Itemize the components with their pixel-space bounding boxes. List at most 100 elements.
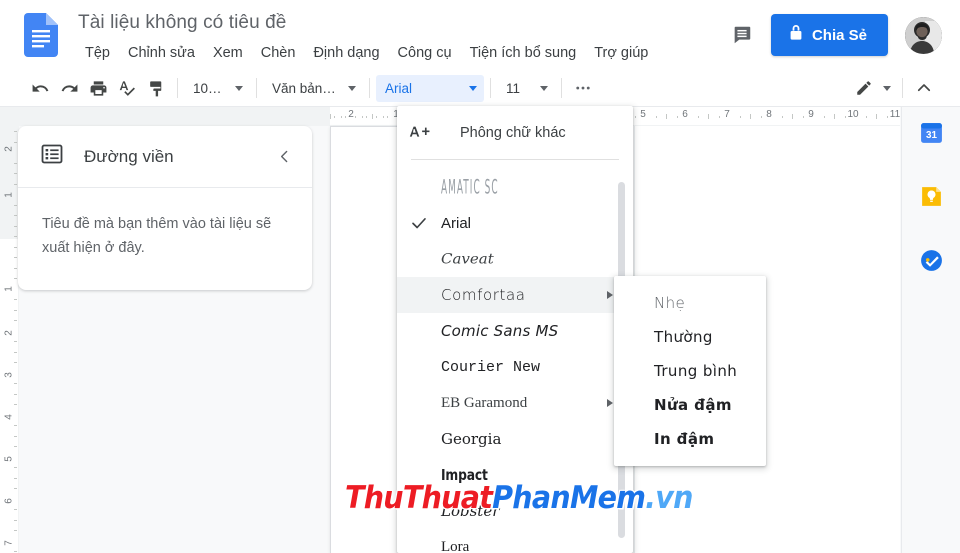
paragraph-style-selector[interactable]: Văn bản th...: [263, 75, 363, 102]
font-option-label: Lora: [441, 538, 470, 553]
ruler-tick: [14, 341, 17, 342]
ruler-tick: [802, 116, 804, 118]
font-option-arial[interactable]: Arial: [397, 205, 633, 241]
ruler-tick: [14, 225, 17, 227]
ruler-tick: [865, 116, 867, 118]
menu-item-format[interactable]: Định dạng: [304, 43, 388, 63]
ruler-tick: [14, 351, 17, 353]
ruler-tick: [676, 116, 678, 118]
collapse-toolbar-button[interactable]: [909, 74, 938, 103]
ruler-tick: [14, 551, 17, 552]
ruler-tick: [14, 467, 17, 468]
ruler-tick: [330, 114, 331, 119]
font-weight-option-3[interactable]: Nửa đậm: [614, 388, 766, 422]
edit-mode-pencil-icon[interactable]: [849, 74, 878, 103]
vertical-ruler[interactable]: 2 1 1 2 3 4 5 6 7: [0, 107, 19, 553]
undo-icon[interactable]: [26, 74, 55, 103]
outline-list-icon: [40, 142, 64, 171]
menu-item-insert[interactable]: Chèn: [252, 43, 305, 63]
menu-item-add-ons[interactable]: Tiện ích bổ sung: [461, 43, 586, 63]
menu-item-file[interactable]: Tệp: [76, 43, 119, 63]
ruler-tick: [14, 425, 17, 426]
share-button[interactable]: Chia Sẻ: [770, 14, 888, 56]
outline-panel-title: Đường viền: [84, 146, 174, 166]
edit-mode-dropdown[interactable]: [878, 74, 896, 103]
ruler-tick: [14, 446, 17, 447]
ruler-tick: [14, 299, 17, 300]
submenu-arrow-icon: [607, 399, 613, 407]
font-family-value: Arial: [385, 80, 413, 96]
document-title[interactable]: Tài liệu không có tiêu đề: [78, 12, 286, 34]
more-options-button[interactable]: [568, 74, 597, 103]
share-button-label: Chia Sẻ: [811, 26, 867, 44]
font-weight-option-1[interactable]: Thường: [614, 320, 766, 354]
spellcheck-icon[interactable]: [113, 74, 142, 103]
ruler-number: 1: [3, 286, 15, 292]
paragraph-style-value: Văn bản th...: [272, 80, 338, 96]
font-option-comfortaa[interactable]: Comfortaa: [397, 277, 633, 313]
font-weight-option-0[interactable]: Nhẹ: [614, 286, 766, 320]
font-option-amatic-sc[interactable]: AMATIC SC: [397, 169, 633, 205]
font-option-caveat[interactable]: Caveat: [397, 241, 633, 277]
ruler-tick: [14, 320, 17, 321]
more-fonts-label: Phông chữ khác: [460, 124, 566, 141]
font-list: AMATIC SC Arial Caveat Comfortaa Comic Sans …: [397, 160, 633, 553]
user-avatar[interactable]: [905, 16, 942, 54]
menu-item-help[interactable]: Trợ giúp: [585, 43, 657, 63]
font-option-courier-new[interactable]: Courier New: [397, 349, 633, 385]
submenu-arrow-icon: [607, 291, 613, 299]
font-option-lora[interactable]: Lora: [397, 529, 633, 553]
ruler-tick: [14, 162, 17, 164]
font-option-label: Lobster: [441, 502, 500, 520]
ruler-tick: [834, 114, 835, 119]
chevron-down-icon: [235, 85, 243, 91]
chevron-down-icon: [540, 85, 548, 91]
print-icon[interactable]: [84, 74, 113, 103]
ruler-tick: [14, 141, 17, 143]
font-family-dropdown: Phông chữ khác AMATIC SC Arial Caveat Comfo…: [397, 106, 633, 553]
menu-item-tools[interactable]: Công cụ: [389, 43, 461, 63]
chevron-left-icon[interactable]: [270, 143, 298, 171]
ruler-tick: [14, 267, 17, 269]
check-icon: [410, 214, 428, 232]
redo-icon[interactable]: [55, 74, 84, 103]
font-option-comic-sans-ms[interactable]: Comic Sans MS: [397, 313, 633, 349]
menu-item-view[interactable]: Xem: [204, 43, 252, 63]
ruler-tick: [372, 114, 373, 119]
ruler-tick: [634, 116, 636, 118]
menu-item-edit[interactable]: Chỉnh sửa: [119, 43, 204, 63]
font-option-eb-garamond[interactable]: EB Garamond: [397, 385, 633, 421]
ruler-number: 1: [3, 192, 15, 198]
comment-icon[interactable]: [727, 20, 757, 50]
ruler-number: 11: [889, 109, 901, 120]
font-family-selector[interactable]: Arial: [376, 74, 484, 102]
font-option-label: Impact: [441, 466, 488, 484]
font-option-georgia[interactable]: Georgia: [397, 421, 633, 457]
ruler-tick: [823, 116, 825, 118]
ruler-tick: [14, 236, 17, 237]
zoom-selector[interactable]: 100%: [184, 75, 250, 102]
ruler-tick: [14, 530, 17, 531]
toolbar-divider: [490, 78, 491, 98]
ruler-tick: [14, 509, 17, 510]
font-option-impact[interactable]: Impact: [397, 457, 633, 493]
ruler-tick: [382, 116, 384, 118]
google-keep-icon[interactable]: [916, 181, 946, 211]
font-size-selector[interactable]: 11: [497, 75, 555, 102]
google-calendar-icon[interactable]: 31: [916, 117, 946, 147]
font-option-label: Caveat: [441, 250, 494, 268]
font-weight-option-2[interactable]: Trung bình: [614, 354, 766, 388]
ruler-tick: [750, 114, 751, 119]
toolbar-divider: [256, 78, 257, 98]
google-tasks-icon[interactable]: [916, 245, 946, 275]
ruler-tick: [14, 488, 17, 489]
font-weight-option-4[interactable]: In đậm: [614, 422, 766, 456]
font-option-label: Georgia: [441, 430, 502, 448]
font-option-lobster[interactable]: Lobster: [397, 493, 633, 529]
google-docs-window: Tài liệu không có tiêu đề Tệp Chỉnh sửa …: [0, 0, 960, 553]
font-option-label: EB Garamond: [441, 394, 528, 411]
google-docs-icon[interactable]: [24, 13, 58, 57]
ruler-number: 4: [3, 414, 15, 420]
paint-format-icon[interactable]: [142, 74, 171, 103]
more-fonts-button[interactable]: Phông chữ khác: [397, 106, 633, 159]
